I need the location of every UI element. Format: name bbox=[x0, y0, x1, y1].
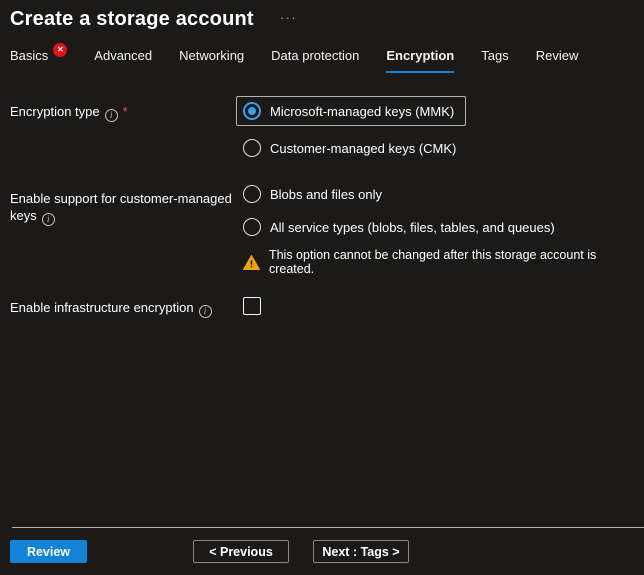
radio-all-service-types-label: All service types (blobs, files, tables,… bbox=[270, 220, 555, 235]
radio-unselected-icon bbox=[243, 218, 261, 236]
footer-bar: Review < Previous Next : Tags > bbox=[0, 540, 644, 563]
cmk-support-label-group: Enable support for customer-managed keys bbox=[0, 183, 236, 226]
tab-encryption-label: Encryption bbox=[386, 48, 454, 63]
error-badge-icon bbox=[53, 43, 67, 57]
more-options-icon[interactable]: ··· bbox=[280, 10, 297, 24]
infrastructure-encryption-label: Enable infrastructure encryption bbox=[10, 300, 194, 315]
infrastructure-encryption-label-group: Enable infrastructure encryption bbox=[0, 292, 236, 318]
tab-basics-label: Basics bbox=[10, 48, 48, 63]
radio-all-service-types[interactable]: All service types (blobs, files, tables,… bbox=[236, 218, 644, 236]
next-tags-button[interactable]: Next : Tags > bbox=[313, 540, 409, 563]
tab-data-protection[interactable]: Data protection bbox=[271, 48, 359, 73]
radio-cmk[interactable]: Customer-managed keys (CMK) bbox=[236, 139, 644, 157]
encryption-type-label: Encryption type bbox=[10, 104, 100, 119]
radio-selected-icon bbox=[243, 185, 261, 203]
tab-review[interactable]: Review bbox=[536, 48, 579, 73]
radio-mmk-label: Microsoft-managed keys (MMK) bbox=[270, 104, 454, 119]
tab-advanced-label: Advanced bbox=[94, 48, 152, 63]
warning-message: This option cannot be changed after this… bbox=[236, 248, 644, 276]
radio-blobs-files-only[interactable]: Blobs and files only bbox=[236, 183, 644, 203]
tab-data-protection-label: Data protection bbox=[271, 48, 359, 63]
radio-cmk-label: Customer-managed keys (CMK) bbox=[270, 141, 456, 156]
encryption-type-label-group: Encryption type * bbox=[0, 96, 236, 122]
tab-tags[interactable]: Tags bbox=[481, 48, 508, 73]
encryption-type-options: Microsoft-managed keys (MMK) Customer-ma… bbox=[236, 96, 644, 157]
infrastructure-encryption-checkbox[interactable] bbox=[243, 297, 261, 315]
tab-networking[interactable]: Networking bbox=[179, 48, 244, 73]
infrastructure-encryption-row: Enable infrastructure encryption bbox=[0, 292, 644, 318]
warning-text: This option cannot be changed after this… bbox=[269, 248, 644, 276]
warning-triangle-icon bbox=[243, 255, 260, 270]
page-header: Create a storage account ··· bbox=[0, 0, 644, 31]
tab-tags-label: Tags bbox=[481, 48, 508, 63]
cmk-support-options: Blobs and files only All service types (… bbox=[236, 183, 644, 276]
encryption-form: Encryption type * Microsoft-managed keys … bbox=[0, 96, 644, 318]
tab-bar: Basics Advanced Networking Data protecti… bbox=[0, 48, 644, 73]
previous-button[interactable]: < Previous bbox=[193, 540, 289, 563]
radio-blobs-files-only-label: Blobs and files only bbox=[270, 187, 382, 202]
tab-encryption[interactable]: Encryption bbox=[386, 48, 454, 73]
page-title: Create a storage account bbox=[10, 8, 254, 31]
footer-divider bbox=[12, 527, 644, 528]
info-icon[interactable] bbox=[105, 109, 118, 122]
cmk-support-row: Enable support for customer-managed keys… bbox=[0, 183, 644, 276]
tab-review-label: Review bbox=[536, 48, 579, 63]
infrastructure-encryption-control bbox=[236, 292, 644, 315]
review-button[interactable]: Review bbox=[10, 540, 87, 563]
tab-advanced[interactable]: Advanced bbox=[94, 48, 152, 73]
tab-basics[interactable]: Basics bbox=[10, 48, 67, 73]
info-icon[interactable] bbox=[199, 305, 212, 318]
info-icon[interactable] bbox=[42, 213, 55, 226]
required-marker: * bbox=[123, 104, 128, 119]
tab-networking-label: Networking bbox=[179, 48, 244, 63]
encryption-type-row: Encryption type * Microsoft-managed keys … bbox=[0, 96, 644, 157]
radio-unselected-icon bbox=[243, 139, 261, 157]
radio-mmk[interactable]: Microsoft-managed keys (MMK) bbox=[236, 96, 466, 126]
radio-selected-icon bbox=[243, 102, 261, 120]
